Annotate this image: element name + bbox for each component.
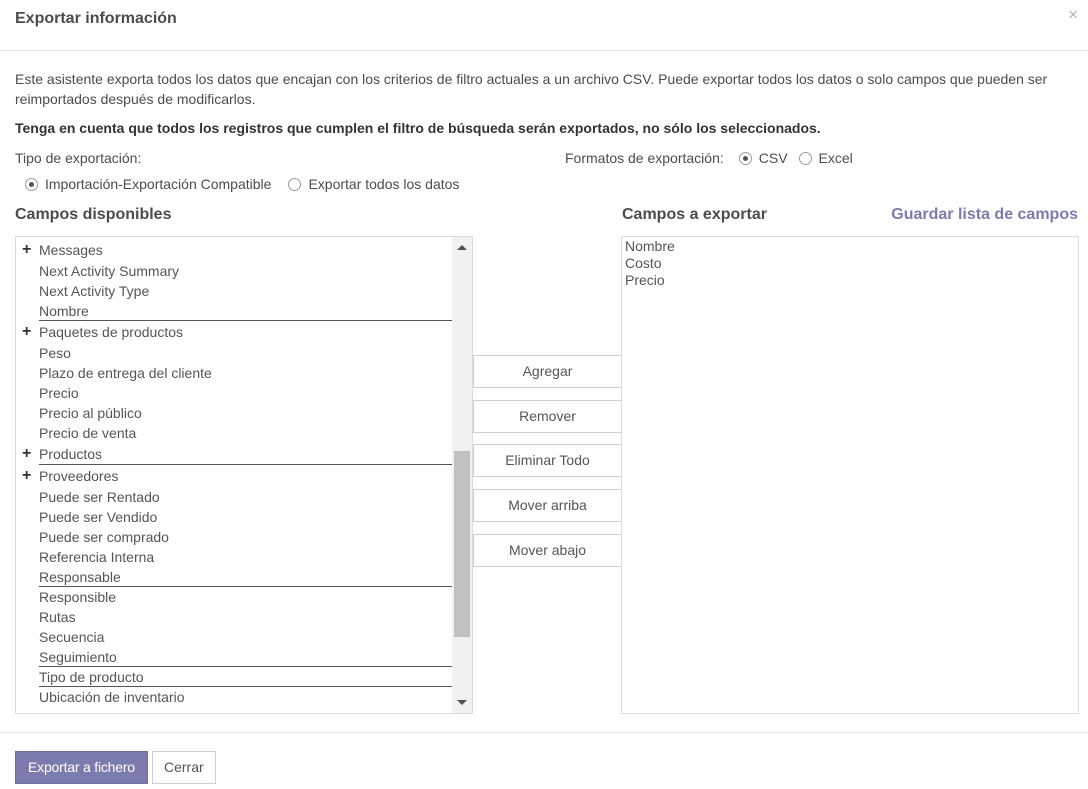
available-field-item[interactable]: Precio de venta <box>16 423 452 443</box>
available-field-item[interactable]: Referencia Interna <box>16 547 452 567</box>
export-to-file-button[interactable]: Exportar a fichero <box>15 751 148 784</box>
available-field-label: Plazo de entrega del cliente <box>39 365 212 381</box>
type-compatible-label: Importación-Exportación Compatible <box>45 176 272 192</box>
available-field-item[interactable]: Next Activity Type <box>16 281 452 301</box>
available-field-label: Precio <box>39 385 79 401</box>
available-field-label: Precio de venta <box>39 425 137 441</box>
dialog-title: Exportar información <box>15 10 177 27</box>
format-excel-label: Excel <box>818 150 853 166</box>
export-format-group: Formatos de exportación: CSV Excel <box>565 150 853 166</box>
close-icon[interactable]: × <box>1068 6 1078 23</box>
dialog-header: Exportar información × <box>0 0 1088 51</box>
format-option-csv[interactable]: CSV <box>738 150 788 166</box>
scroll-down-arrow-icon[interactable] <box>457 700 467 705</box>
scroll-up-arrow-icon[interactable] <box>457 245 467 250</box>
close-button[interactable]: Cerrar <box>152 751 216 784</box>
available-field-label: Ubicación de inventario <box>39 689 185 705</box>
available-field-item[interactable]: + Proveedores <box>16 465 452 487</box>
export-format-label: Formatos de exportación: <box>565 150 724 166</box>
available-field-label: Paquetes de productos <box>39 324 183 340</box>
available-field-label: Responsable <box>39 569 121 585</box>
available-field-item[interactable]: + Messages <box>16 239 452 261</box>
available-field-label: Tipo de producto <box>39 669 144 685</box>
available-field-item[interactable]: Ubicación de inventario <box>16 687 452 707</box>
export-field-item[interactable]: Precio <box>625 272 1075 289</box>
radio-compatible[interactable] <box>25 177 38 191</box>
available-field-label: Puede ser comprado <box>39 529 169 545</box>
type-option-compatible[interactable]: Importación-Exportación Compatible <box>25 176 271 192</box>
available-field-label: Next Activity Summary <box>39 263 180 279</box>
available-fields-items: + Messages Next Activity Summary Next Activ… <box>16 239 452 707</box>
radio-csv[interactable] <box>738 151 752 165</box>
add-button[interactable]: Agregar <box>473 355 622 388</box>
available-field-item[interactable]: Rutas <box>16 607 452 627</box>
export-type-label: Tipo de exportación: <box>15 150 142 166</box>
expand-plus-icon[interactable]: + <box>22 239 31 261</box>
expand-plus-icon[interactable]: + <box>22 443 31 465</box>
intro-text: Este asistente exporta todos los datos q… <box>15 71 1048 107</box>
available-fields-title: Campos disponibles <box>15 206 172 223</box>
available-field-label: Puede ser Vendido <box>39 509 158 525</box>
scrollbar[interactable] <box>452 237 472 713</box>
type-option-all[interactable]: Exportar todos los datos <box>288 176 459 192</box>
available-field-label: Peso <box>39 345 71 361</box>
format-csv-label: CSV <box>758 150 788 166</box>
available-field-item[interactable]: + Productos <box>16 443 452 465</box>
available-field-item[interactable]: Precio <box>16 383 452 403</box>
available-field-item[interactable]: Puede ser comprado <box>16 527 452 547</box>
available-field-label: Proveedores <box>39 468 119 484</box>
available-field-item[interactable]: Puede ser Rentado <box>16 487 452 507</box>
export-fields-title: Campos a exportar <box>622 206 767 223</box>
available-field-item[interactable]: Responsable <box>16 567 452 587</box>
format-option-excel[interactable]: Excel <box>798 150 853 166</box>
export-field-item[interactable]: Costo <box>625 255 1075 272</box>
expand-plus-icon[interactable]: + <box>22 321 31 343</box>
remove-button[interactable]: Remover <box>473 400 622 433</box>
export-fields-list[interactable]: Nombre Costo Precio <box>621 236 1079 714</box>
available-field-label: Next Activity Type <box>39 283 150 299</box>
available-field-item[interactable]: Nombre <box>16 301 452 321</box>
available-field-label: Rutas <box>39 609 76 625</box>
radio-excel[interactable] <box>798 151 812 165</box>
available-field-item[interactable]: Responsible <box>16 587 452 607</box>
warning-text: Tenga en cuenta que todos los registros … <box>15 120 821 136</box>
available-field-label: Secuencia <box>39 629 105 645</box>
available-field-label: Precio al público <box>39 405 142 421</box>
available-field-item[interactable]: + Paquetes de productos <box>16 321 452 343</box>
available-field-item[interactable]: Tipo de producto <box>16 667 452 687</box>
available-field-item[interactable]: Next Activity Summary <box>16 261 452 281</box>
available-field-item[interactable]: Precio al público <box>16 403 452 423</box>
available-field-label: Referencia Interna <box>39 549 155 565</box>
available-field-item[interactable]: Peso <box>16 343 452 363</box>
scroll-thumb[interactable] <box>454 451 470 637</box>
available-field-item[interactable]: Puede ser Vendido <box>16 507 452 527</box>
available-field-label: Messages <box>39 242 103 258</box>
available-field-item[interactable]: Seguimiento <box>16 647 452 667</box>
export-type-group: Importación-Exportación Compatible Expor… <box>25 176 459 192</box>
expand-plus-icon[interactable]: + <box>22 465 31 487</box>
available-field-label: Nombre <box>39 303 89 319</box>
available-field-label: Seguimiento <box>39 649 117 665</box>
move-up-button[interactable]: Mover arriba <box>473 489 622 522</box>
available-field-label: Productos <box>39 446 103 462</box>
available-field-item[interactable]: Plazo de entrega del cliente <box>16 363 452 383</box>
export-field-item[interactable]: Nombre <box>625 238 1075 255</box>
available-fields-list[interactable]: + Messages Next Activity Summary Next Activ… <box>15 236 473 714</box>
radio-all-data[interactable] <box>288 177 302 191</box>
save-field-list-link[interactable]: Guardar lista de campos <box>891 206 1078 224</box>
available-field-label: Responsible <box>39 589 117 605</box>
available-field-item[interactable]: Secuencia <box>16 627 452 647</box>
available-field-label: Puede ser Rentado <box>39 489 160 505</box>
remove-all-button[interactable]: Eliminar Todo <box>473 444 622 477</box>
move-down-button[interactable]: Mover abajo <box>473 534 622 567</box>
type-all-label: Exportar todos los datos <box>308 176 460 192</box>
